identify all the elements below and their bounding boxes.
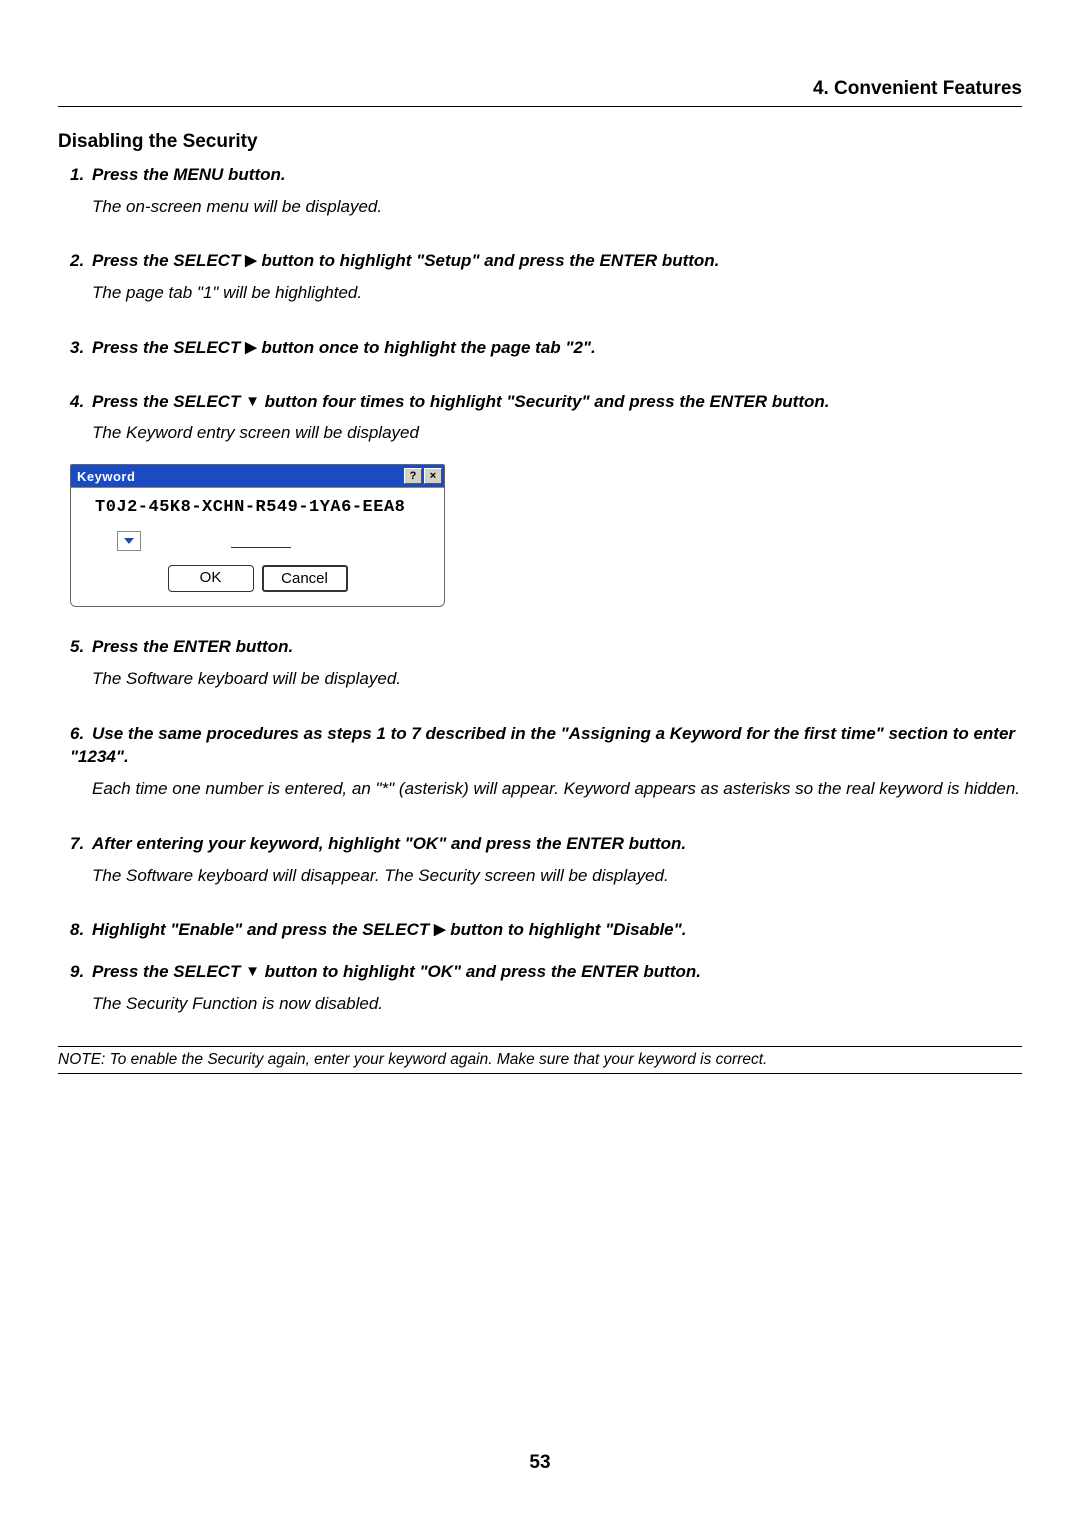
chapter-title: 4. Convenient Features [58, 78, 1022, 106]
step-7: 7.After entering your keyword, highlight… [70, 832, 1022, 888]
close-icon[interactable]: × [424, 468, 442, 484]
keyword-input[interactable] [231, 534, 291, 548]
step-text-pre: Press the SELECT [92, 251, 245, 270]
step-4: 4.Press the SELECT ▼ button four times t… [70, 390, 1022, 446]
step-note: The on-screen menu will be displayed. [92, 195, 1022, 220]
step-text-post: button to highlight "Disable". [446, 920, 687, 939]
step-text: Press the ENTER button. [92, 637, 293, 656]
step-text-post: button to highlight "OK" and press the E… [260, 962, 701, 981]
step-instruction: 2.Press the SELECT ▶ button to highlight… [70, 249, 1022, 273]
step-instruction: 9.Press the SELECT ▼ button to highlight… [70, 960, 1022, 984]
dialog-title: Keyword [77, 469, 402, 484]
step-text-post: button to highlight "Setup" and press th… [257, 251, 720, 270]
footer-note-block: NOTE: To enable the Security again, ente… [58, 1046, 1022, 1074]
dialog-body: T0J2-45K8-XCHN-R549-1YA6-EEA8 OK Cancel [71, 487, 444, 606]
step-text-post: button four times to highlight "Security… [260, 392, 830, 411]
step-1: 1.Press the MENU button. The on-screen m… [70, 163, 1022, 219]
right-arrow-icon: ▶ [245, 250, 257, 271]
step-instruction: 1.Press the MENU button. [70, 163, 1022, 187]
section-title: Disabling the Security [58, 131, 1022, 153]
dropdown-button[interactable] [117, 531, 141, 551]
step-note: The page tab "1" will be highlighted. [92, 281, 1022, 306]
step-text: After entering your keyword, highlight "… [92, 834, 686, 853]
step-note: The Security Function is now disabled. [92, 992, 1022, 1017]
step-number: 9. [70, 960, 92, 984]
chevron-down-icon [124, 538, 134, 544]
page-number: 53 [0, 1452, 1080, 1474]
dialog-buttons: OK Cancel [85, 565, 430, 592]
step-text: Press the MENU button. [92, 165, 286, 184]
input-row [85, 531, 430, 551]
step-number: 4. [70, 390, 92, 414]
right-arrow-icon: ▶ [434, 919, 446, 940]
down-arrow-icon: ▼ [245, 961, 260, 982]
step-text-pre: Press the SELECT [92, 962, 245, 981]
step-note: The Software keyboard will be displayed. [92, 667, 1022, 692]
step-3: 3.Press the SELECT ▶ button once to high… [70, 336, 1022, 360]
ok-button[interactable]: OK [168, 565, 254, 592]
step-note: The Keyword entry screen will be display… [92, 421, 1022, 446]
cancel-button[interactable]: Cancel [262, 565, 348, 592]
step-note: The Software keyboard will disappear. Th… [92, 864, 1022, 889]
step-instruction: 8.Highlight "Enable" and press the SELEC… [70, 918, 1022, 942]
step-text-post: button once to highlight the page tab "2… [257, 338, 596, 357]
step-instruction: 3.Press the SELECT ▶ button once to high… [70, 336, 1022, 360]
document-page: 4. Convenient Features Disabling the Sec… [0, 0, 1080, 1114]
footer-note: NOTE: To enable the Security again, ente… [58, 1051, 767, 1068]
right-arrow-icon: ▶ [245, 337, 257, 358]
step-number: 1. [70, 163, 92, 187]
dialog-titlebar: Keyword ? × [71, 465, 444, 487]
step-2: 2.Press the SELECT ▶ button to highlight… [70, 249, 1022, 305]
step-5: 5.Press the ENTER button. The Software k… [70, 635, 1022, 691]
step-text-pre: Press the SELECT [92, 338, 245, 357]
steps-list: 1.Press the MENU button. The on-screen m… [58, 163, 1022, 1016]
step-instruction: 7.After entering your keyword, highlight… [70, 832, 1022, 856]
step-number: 3. [70, 336, 92, 360]
step-note: Each time one number is entered, an "*" … [92, 777, 1022, 802]
step-instruction: 6.Use the same procedures as steps 1 to … [70, 722, 1022, 770]
step-number: 6. [70, 722, 92, 746]
down-arrow-icon: ▼ [245, 391, 260, 412]
step-number: 2. [70, 249, 92, 273]
step-number: 7. [70, 832, 92, 856]
step-instruction: 4.Press the SELECT ▼ button four times t… [70, 390, 1022, 414]
step-number: 8. [70, 918, 92, 942]
step-text-pre: Highlight "Enable" and press the SELECT [92, 920, 434, 939]
step-8: 8.Highlight "Enable" and press the SELEC… [70, 918, 1022, 942]
step-text: Use the same procedures as steps 1 to 7 … [70, 724, 1015, 767]
keyword-code: T0J2-45K8-XCHN-R549-1YA6-EEA8 [95, 498, 430, 517]
step-6: 6.Use the same procedures as steps 1 to … [70, 722, 1022, 802]
step-instruction: 5.Press the ENTER button. [70, 635, 1022, 659]
step-text-pre: Press the SELECT [92, 392, 245, 411]
step-9: 9.Press the SELECT ▼ button to highlight… [70, 960, 1022, 1016]
step-number: 5. [70, 635, 92, 659]
keyword-dialog: Keyword ? × T0J2-45K8-XCHN-R549-1YA6-EEA… [70, 464, 445, 607]
header-rule: 4. Convenient Features [58, 78, 1022, 107]
help-icon[interactable]: ? [404, 468, 422, 484]
